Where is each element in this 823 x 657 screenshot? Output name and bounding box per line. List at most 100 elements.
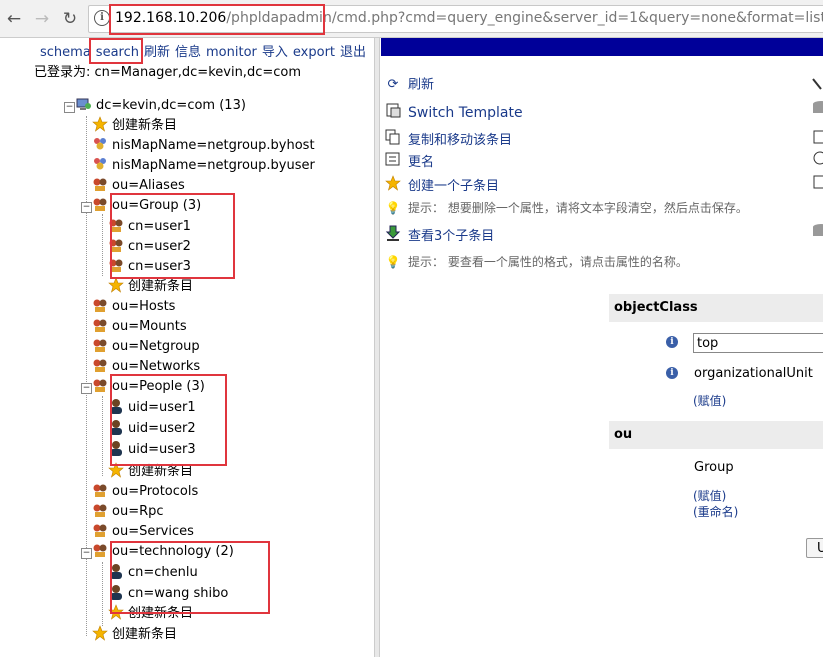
tree-line (102, 562, 103, 626)
tree-node-tech-wang[interactable]: cn=wang shibo (108, 584, 228, 604)
add-value-link[interactable]: (赋值) (693, 392, 726, 409)
tools-icon[interactable] (811, 76, 823, 92)
tree-node-label: ou=Aliases (112, 178, 185, 193)
rename-action[interactable]: 更名 (384, 151, 434, 171)
tree-node-label: ou=Group (3) (112, 198, 202, 213)
ou-people-icon (108, 237, 124, 253)
export-icon[interactable] (811, 174, 823, 190)
objectclass-value-2: organizationalUnit (694, 366, 813, 381)
copy-move-label: 复制和移动该条目 (408, 133, 513, 148)
create-child-action[interactable]: 创建一个子条目 (384, 175, 499, 195)
tree-line (102, 214, 103, 276)
entry-header-bar (381, 38, 823, 56)
tree-node-technology[interactable]: ou=technology (2) (92, 542, 234, 562)
tree-create-new[interactable]: 创建新条目 (108, 604, 193, 624)
tree-create-new[interactable]: 创建新条目 (92, 625, 177, 645)
tree-node-netgroup[interactable]: ou=Netgroup (92, 337, 200, 357)
menu-schema[interactable]: schema (40, 45, 91, 60)
tree-create-new[interactable]: 创建新条目 (108, 277, 193, 297)
info-icon[interactable]: i (666, 336, 678, 348)
tree-node-label: ou=Networks (112, 359, 201, 374)
menu-import[interactable]: 导入 (262, 45, 288, 60)
create-child-label: 创建一个子条目 (408, 179, 500, 194)
back-arrow-icon[interactable]: ← (4, 9, 24, 29)
objectclass-value-input[interactable]: top (693, 333, 823, 353)
database-icon[interactable] (811, 223, 823, 239)
tree-node-group-user1[interactable]: cn=user1 (108, 217, 191, 237)
group-people-icon (92, 156, 108, 172)
tree-create-new-label: 创建新条目 (128, 279, 194, 294)
add-value-link[interactable]: (赋值) (693, 487, 726, 504)
refresh-action[interactable]: ⟳ 刷新 (384, 75, 434, 95)
compare-icon[interactable] (811, 150, 823, 166)
tree-node-label: nisMapName=netgroup.byuser (112, 158, 315, 173)
tree-node-tech-chenlu[interactable]: cn=chenlu (108, 563, 198, 583)
tree-node-mounts[interactable]: ou=Mounts (92, 317, 187, 337)
tree-node-hosts[interactable]: ou=Hosts (92, 297, 175, 317)
copy-move-action[interactable]: 复制和移动该条目 (384, 129, 512, 149)
user-person-icon (108, 398, 124, 414)
ou-people-icon (92, 357, 108, 373)
group-people-icon (92, 136, 108, 152)
tree-node-rpc[interactable]: ou=Rpc (92, 502, 164, 522)
tree-root[interactable]: dc=kevin,dc=com (13) (76, 96, 246, 116)
tree-create-new-label: 创建新条目 (128, 464, 194, 479)
url-query: /cmd.php?cmd=query_engine&server_id=1&qu… (331, 10, 823, 26)
attr-objectclass-header[interactable]: objectClass (609, 294, 823, 322)
menu-export[interactable]: export (293, 45, 335, 60)
tree-node-label: ou=technology (2) (112, 544, 234, 559)
rename-link[interactable]: (重命名) (693, 503, 738, 520)
tree-create-new-label: 创建新条目 (112, 118, 178, 133)
update-button[interactable]: U (806, 538, 823, 558)
tree-node-protocols[interactable]: ou=Protocols (92, 482, 198, 502)
tree-node-services[interactable]: ou=Services (92, 522, 194, 542)
ou-people-icon (108, 257, 124, 273)
collapse-toggle[interactable]: − (81, 202, 92, 213)
forward-arrow-icon[interactable]: → (32, 9, 52, 29)
tree-create-new-label: 创建新条目 (128, 606, 194, 621)
address-bar[interactable]: i 192.168.10.206/phpldapadmin/cmd.php?cm… (88, 5, 823, 33)
menu-refresh[interactable]: 刷新 (144, 45, 170, 60)
tree-node-people[interactable]: ou=People (3) (92, 377, 205, 397)
tree-create-new[interactable]: 创建新条目 (108, 462, 193, 482)
tree-node-label: ou=People (3) (112, 379, 205, 394)
tree-node-group[interactable]: ou=Group (3) (92, 196, 201, 216)
tree-node-nis-host[interactable]: nisMapName=netgroup.byhost (92, 136, 315, 156)
tree-node-people-uid3[interactable]: uid=user3 (108, 440, 196, 460)
trash-icon[interactable] (811, 128, 823, 144)
tree-node-label: uid=user1 (128, 400, 196, 415)
hint-delete-text: 提示： 想要删除一个属性，请将文本字段清空，然后点击保存。 (408, 201, 748, 215)
star-icon (92, 116, 108, 132)
tree-node-label: nisMapName=netgroup.byhost (112, 138, 315, 153)
attr-ou-header[interactable]: ou (609, 421, 823, 449)
collapse-toggle[interactable]: − (64, 102, 75, 113)
tree-node-aliases[interactable]: ou=Aliases (92, 176, 185, 196)
tree-create-new[interactable]: 创建新条目 (92, 116, 177, 136)
menu-info[interactable]: 信息 (175, 45, 201, 60)
switch-template-action[interactable]: Switch Template (384, 102, 523, 122)
tree-node-nis-user[interactable]: nisMapName=netgroup.byuser (92, 156, 315, 176)
hint-format-text: 提示： 要查看一个属性的格式，请点击属性的名称。 (408, 255, 688, 269)
tree-node-group-user2[interactable]: cn=user2 (108, 237, 191, 257)
info-icon[interactable]: i (666, 367, 678, 379)
tree-node-people-uid2[interactable]: uid=user2 (108, 419, 196, 439)
ou-people-icon (92, 176, 108, 192)
menu-logout[interactable]: 退出 (340, 45, 366, 60)
collapse-toggle[interactable]: − (81, 383, 92, 394)
collapse-toggle[interactable]: − (81, 548, 92, 559)
database-icon[interactable] (811, 100, 823, 116)
tree-node-group-user3[interactable]: cn=user3 (108, 257, 191, 277)
tree-node-people-uid1[interactable]: uid=user1 (108, 398, 196, 418)
refresh-arrows-icon: ⟳ (387, 77, 399, 92)
tree-node-networks[interactable]: ou=Networks (92, 357, 200, 377)
reload-icon[interactable]: ↻ (60, 9, 80, 29)
view-children-action[interactable]: 查看3个子条目 (384, 225, 494, 245)
tree-node-label: cn=chenlu (128, 565, 198, 580)
tree-node-label: cn=wang shibo (128, 586, 229, 601)
menu-monitor[interactable]: monitor (206, 45, 257, 60)
user-person-icon (108, 584, 124, 600)
lightbulb-icon: 💡 (385, 255, 401, 269)
url-path: /phpldapadmin (226, 10, 332, 26)
menu-search[interactable]: search (96, 45, 139, 60)
site-info-icon[interactable]: i (94, 10, 110, 26)
